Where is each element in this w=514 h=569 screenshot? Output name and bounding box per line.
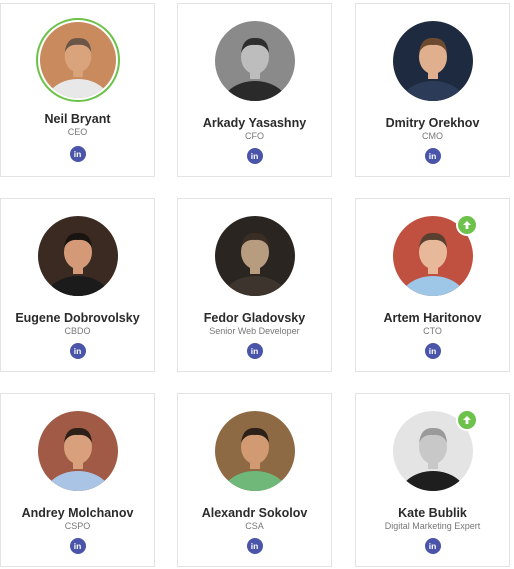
arrow-up-icon (455, 409, 478, 431)
member-role: CSPO (64, 521, 91, 531)
team-member-card: Fedor Gladovsky Senior Web Developer in (177, 198, 332, 372)
linkedin-icon[interactable]: in (424, 148, 441, 164)
linkedin-icon[interactable]: in (246, 343, 263, 359)
avatar-frame (214, 216, 295, 296)
member-role: CTO (423, 326, 442, 336)
avatar[interactable] (37, 411, 118, 491)
avatar-frame (214, 21, 295, 101)
member-role: Senior Web Developer (209, 326, 300, 336)
team-member-card: Artem Haritonov CTO in (355, 198, 510, 372)
avatar-frame (214, 411, 295, 491)
member-name: Artem Haritonov (383, 311, 482, 325)
member-role: CFO (245, 131, 264, 141)
linkedin-icon[interactable]: in (424, 343, 441, 359)
linkedin-icon[interactable]: in (69, 146, 86, 162)
team-member-card: Dmitry Orekhov CMO in (355, 3, 510, 177)
member-role: Digital Marketing Expert (384, 521, 481, 531)
linkedin-icon[interactable]: in (69, 343, 86, 359)
avatar[interactable] (37, 216, 118, 296)
avatar[interactable] (214, 21, 295, 101)
avatar-frame (392, 214, 478, 296)
team-member-card: Neil Bryant CEO in (0, 3, 155, 177)
avatar[interactable] (392, 21, 473, 101)
member-name: Alexandr Sokolov (201, 506, 308, 520)
member-name: Andrey Molchanov (21, 506, 134, 520)
arrow-up-icon (455, 214, 478, 236)
member-role: CEO (67, 127, 88, 137)
member-name: Neil Bryant (44, 112, 111, 126)
linkedin-icon[interactable]: in (246, 148, 263, 164)
avatar[interactable] (214, 216, 295, 296)
member-name: Arkady Yasashny (202, 116, 307, 130)
team-member-card: Kate Bublik Digital Marketing Expert in (355, 393, 510, 567)
member-role: CSA (245, 521, 264, 531)
linkedin-icon[interactable]: in (69, 538, 86, 554)
avatar[interactable] (214, 411, 295, 491)
member-name: Kate Bublik (398, 506, 467, 520)
team-member-card: Alexandr Sokolov CSA in (177, 393, 332, 567)
linkedin-icon[interactable]: in (424, 538, 441, 554)
member-role: CMO (422, 131, 443, 141)
avatar-frame (392, 409, 478, 491)
linkedin-icon[interactable]: in (246, 538, 263, 554)
avatar-frame (37, 216, 118, 296)
member-role: CBDO (64, 326, 91, 336)
avatar-frame (35, 18, 120, 102)
avatar-frame (37, 411, 118, 491)
member-name: Eugene Dobrovolsky (15, 311, 140, 325)
member-name: Fedor Gladovsky (203, 311, 306, 325)
team-member-card: Arkady Yasashny CFO in (177, 3, 332, 177)
member-name: Dmitry Orekhov (385, 116, 480, 130)
avatar-frame (392, 21, 473, 101)
team-member-card: Andrey Molchanov CSPO in (0, 393, 155, 567)
team-member-card: Eugene Dobrovolsky CBDO in (0, 198, 155, 372)
avatar[interactable] (39, 22, 116, 98)
